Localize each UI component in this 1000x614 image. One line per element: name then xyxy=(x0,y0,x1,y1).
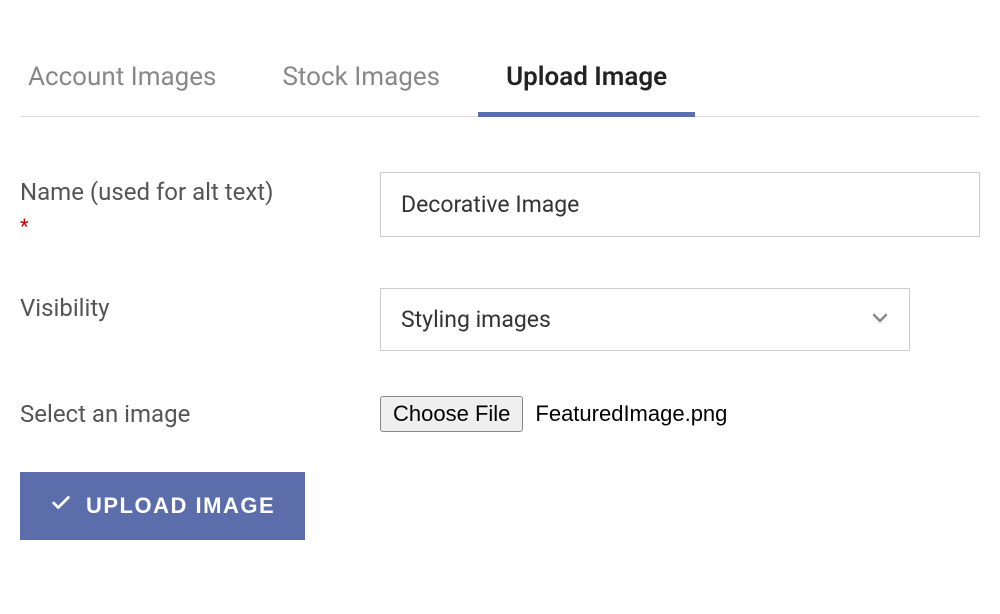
select-image-label-col: Select an image xyxy=(20,396,380,428)
row-name: Name (used for alt text) * xyxy=(20,172,980,238)
upload-form: Name (used for alt text) * Visibility St… xyxy=(20,172,980,540)
tab-upload-image[interactable]: Upload Image xyxy=(498,50,675,116)
select-image-label: Select an image xyxy=(20,400,190,428)
row-visibility: Visibility Styling images xyxy=(20,288,980,351)
visibility-select-wrap: Styling images xyxy=(380,288,910,351)
visibility-field-col: Styling images xyxy=(380,288,980,351)
select-image-field-col: Choose File FeaturedImage.png xyxy=(380,396,980,432)
visibility-label: Visibility xyxy=(20,294,110,322)
tab-stock-images[interactable]: Stock Images xyxy=(274,50,448,116)
file-picker-row: Choose File FeaturedImage.png xyxy=(380,396,980,432)
name-field-col xyxy=(380,172,980,237)
name-input[interactable] xyxy=(380,172,980,237)
selected-file-name: FeaturedImage.png xyxy=(535,401,727,427)
name-label-col: Name (used for alt text) * xyxy=(20,172,380,238)
visibility-select[interactable]: Styling images xyxy=(380,288,910,351)
choose-file-button[interactable]: Choose File xyxy=(380,396,523,432)
upload-button-label: Upload Image xyxy=(86,493,275,519)
required-mark: * xyxy=(20,214,380,238)
upload-image-button[interactable]: Upload Image xyxy=(20,472,305,540)
check-icon xyxy=(50,492,72,520)
visibility-label-col: Visibility xyxy=(20,288,380,322)
tabs-bar: Account Images Stock Images Upload Image xyxy=(20,50,980,117)
tab-account-images[interactable]: Account Images xyxy=(20,50,224,116)
name-label: Name (used for alt text) xyxy=(20,178,273,206)
visibility-selected-value: Styling images xyxy=(401,306,551,333)
row-select-image: Select an image Choose File FeaturedImag… xyxy=(20,396,980,432)
